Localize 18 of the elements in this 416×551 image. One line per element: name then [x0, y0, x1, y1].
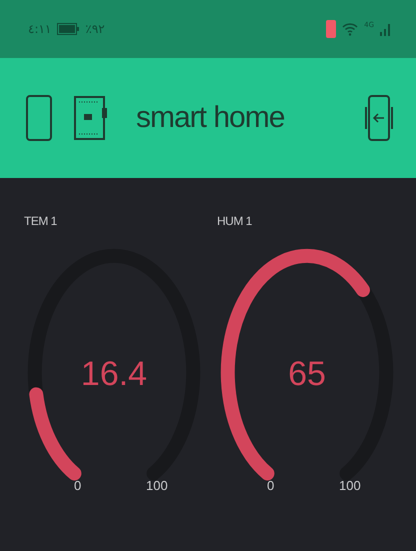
gauge-value: 65	[287, 355, 327, 394]
gauge-max: 100	[339, 478, 361, 493]
gauge-max: 100	[146, 478, 168, 493]
wifi-icon	[342, 22, 358, 36]
notification-icon	[326, 20, 336, 38]
battery-percent: ٪٩٢	[85, 22, 105, 36]
exit-icon[interactable]	[364, 95, 394, 141]
gauge-min: 0	[267, 478, 274, 493]
device-icon[interactable]	[26, 95, 52, 141]
gauge-value: 16.4	[80, 355, 148, 394]
gauge-label: TEM 1	[24, 214, 58, 228]
gauge-label: HUM 1	[217, 214, 253, 228]
battery-icon	[57, 23, 80, 35]
project-title: smart home	[136, 101, 284, 135]
board-icon	[74, 96, 108, 140]
gauge-min: 0	[74, 478, 82, 493]
clock: ٤:١١	[28, 22, 52, 36]
signal-icon	[380, 22, 392, 36]
